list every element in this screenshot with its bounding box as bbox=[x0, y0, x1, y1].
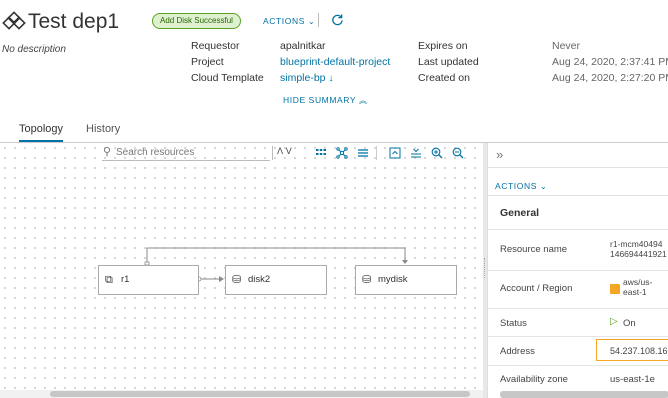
cloud-template-value: simple-bp bbox=[280, 72, 326, 84]
property-value: 146694441921 bbox=[610, 249, 667, 259]
tab-bar: Topology History bbox=[0, 118, 668, 143]
details-panel: » ACTIONS ⌄ General Resource name r1-mcm… bbox=[487, 143, 668, 398]
requestor-label: Requestor bbox=[191, 40, 240, 52]
requestor-value: apalnitkar bbox=[280, 40, 326, 52]
property-key: Availability zone bbox=[500, 374, 568, 385]
property-row-resource-name: Resource name r1-mcm40494 146694441921 bbox=[488, 230, 668, 271]
project-label: Project bbox=[191, 56, 224, 68]
property-row-availability-zone: Availability zone us-east-1e bbox=[488, 366, 668, 392]
node-label: r1 bbox=[121, 274, 130, 285]
property-value: 54.237.108.16 bbox=[610, 346, 668, 356]
header-divider bbox=[318, 13, 319, 27]
cloud-template-link[interactable]: simple-bp ↓ bbox=[280, 72, 333, 84]
panel-divider bbox=[488, 195, 668, 196]
search-prev-next-icon[interactable]: ᐱ ᐯ bbox=[277, 146, 292, 157]
page-title: Test dep1 bbox=[28, 10, 120, 33]
actions-menu-button[interactable]: ACTIONS ⌄ bbox=[263, 16, 315, 26]
property-key: Status bbox=[500, 318, 527, 329]
property-key: Account / Region bbox=[500, 283, 573, 294]
address-highlight[interactable]: 54.237.108.16 bbox=[596, 339, 668, 361]
play-icon: ▷ bbox=[610, 316, 618, 327]
last-updated-value: Aug 24, 2020, 2:37:41 PM bbox=[552, 56, 668, 68]
search-placeholder: Search resources bbox=[116, 147, 195, 158]
property-value: r1-mcm40494 bbox=[610, 239, 663, 249]
property-value: us-east-1e bbox=[610, 374, 655, 385]
resource-node-mydisk[interactable]: ⛁ mydisk bbox=[355, 265, 457, 295]
hide-summary-button[interactable]: HIDE SUMMARY ︽ bbox=[283, 95, 368, 106]
property-row-account-region: Account / Region aws/us- east-1 bbox=[488, 271, 668, 309]
fit-to-screen-icon[interactable] bbox=[389, 147, 401, 159]
chevron-down-icon: ⌄ bbox=[307, 17, 316, 26]
property-row-address: Address 54.237.108.16 bbox=[488, 337, 668, 366]
tab-history[interactable]: History bbox=[86, 123, 120, 135]
zoom-in-icon[interactable] bbox=[431, 147, 443, 159]
property-value: east-1 bbox=[623, 287, 647, 297]
property-row-status: Status ▷ On bbox=[488, 309, 668, 337]
disk-icon: ⛁ bbox=[232, 274, 242, 286]
resource-node-disk2[interactable]: ⛁ disk2 bbox=[225, 265, 327, 295]
created-label: Created on bbox=[418, 72, 470, 84]
section-title: General bbox=[500, 207, 540, 219]
zoom-out-icon[interactable] bbox=[452, 147, 464, 159]
created-value: Aug 24, 2020, 2:27:20 PM bbox=[552, 72, 668, 84]
node-label: disk2 bbox=[248, 274, 271, 285]
property-key: Resource name bbox=[500, 244, 568, 255]
collapse-panel-icon[interactable]: » bbox=[496, 147, 503, 162]
actions-label: ACTIONS bbox=[263, 16, 305, 26]
resource-node-r1[interactable]: ⧉ r1 bbox=[98, 265, 199, 295]
panel-divider bbox=[488, 167, 668, 168]
network-view-icon[interactable] bbox=[336, 147, 348, 159]
status-badge: Add Disk Successful bbox=[152, 13, 241, 29]
vm-icon: ⧉ bbox=[105, 274, 113, 286]
grid-view-icon[interactable] bbox=[315, 147, 327, 159]
chevron-up-icon: ︽ bbox=[358, 96, 368, 105]
download-icon: ↓ bbox=[328, 73, 334, 84]
search-icon: ⚲ bbox=[103, 146, 112, 158]
property-value: On bbox=[623, 318, 636, 329]
refresh-icon[interactable] bbox=[331, 13, 344, 26]
toolbar-divider bbox=[376, 146, 377, 160]
search-input[interactable]: ⚲ Search resources bbox=[102, 146, 270, 161]
chevron-down-icon: ⌄ bbox=[539, 182, 548, 191]
deployment-logo-icon bbox=[2, 11, 26, 30]
disk-icon: ⛁ bbox=[362, 274, 372, 286]
expires-label: Expires on bbox=[418, 40, 468, 52]
list-view-icon[interactable] bbox=[357, 147, 369, 159]
panel-actions-button[interactable]: ACTIONS ⌄ bbox=[495, 181, 547, 191]
property-key: Address bbox=[500, 346, 535, 357]
node-label: mydisk bbox=[378, 274, 408, 285]
panel-scrollbar-thumb[interactable] bbox=[500, 391, 668, 398]
project-link[interactable]: blueprint-default-project bbox=[280, 56, 390, 68]
expires-value: Never bbox=[552, 40, 581, 52]
tab-topology[interactable]: Topology bbox=[19, 123, 64, 142]
search-divider bbox=[272, 146, 273, 160]
cloud-template-label: Cloud Template bbox=[191, 72, 264, 84]
aws-icon bbox=[610, 284, 620, 294]
panel-actions-label: ACTIONS bbox=[495, 181, 537, 191]
property-value: aws/us- bbox=[623, 277, 653, 287]
deployment-description: No description bbox=[2, 44, 66, 55]
align-icon[interactable] bbox=[410, 147, 422, 159]
scrollbar-thumb[interactable] bbox=[50, 391, 470, 397]
hide-summary-label: HIDE SUMMARY bbox=[283, 95, 357, 105]
last-updated-label: Last updated bbox=[418, 56, 479, 68]
